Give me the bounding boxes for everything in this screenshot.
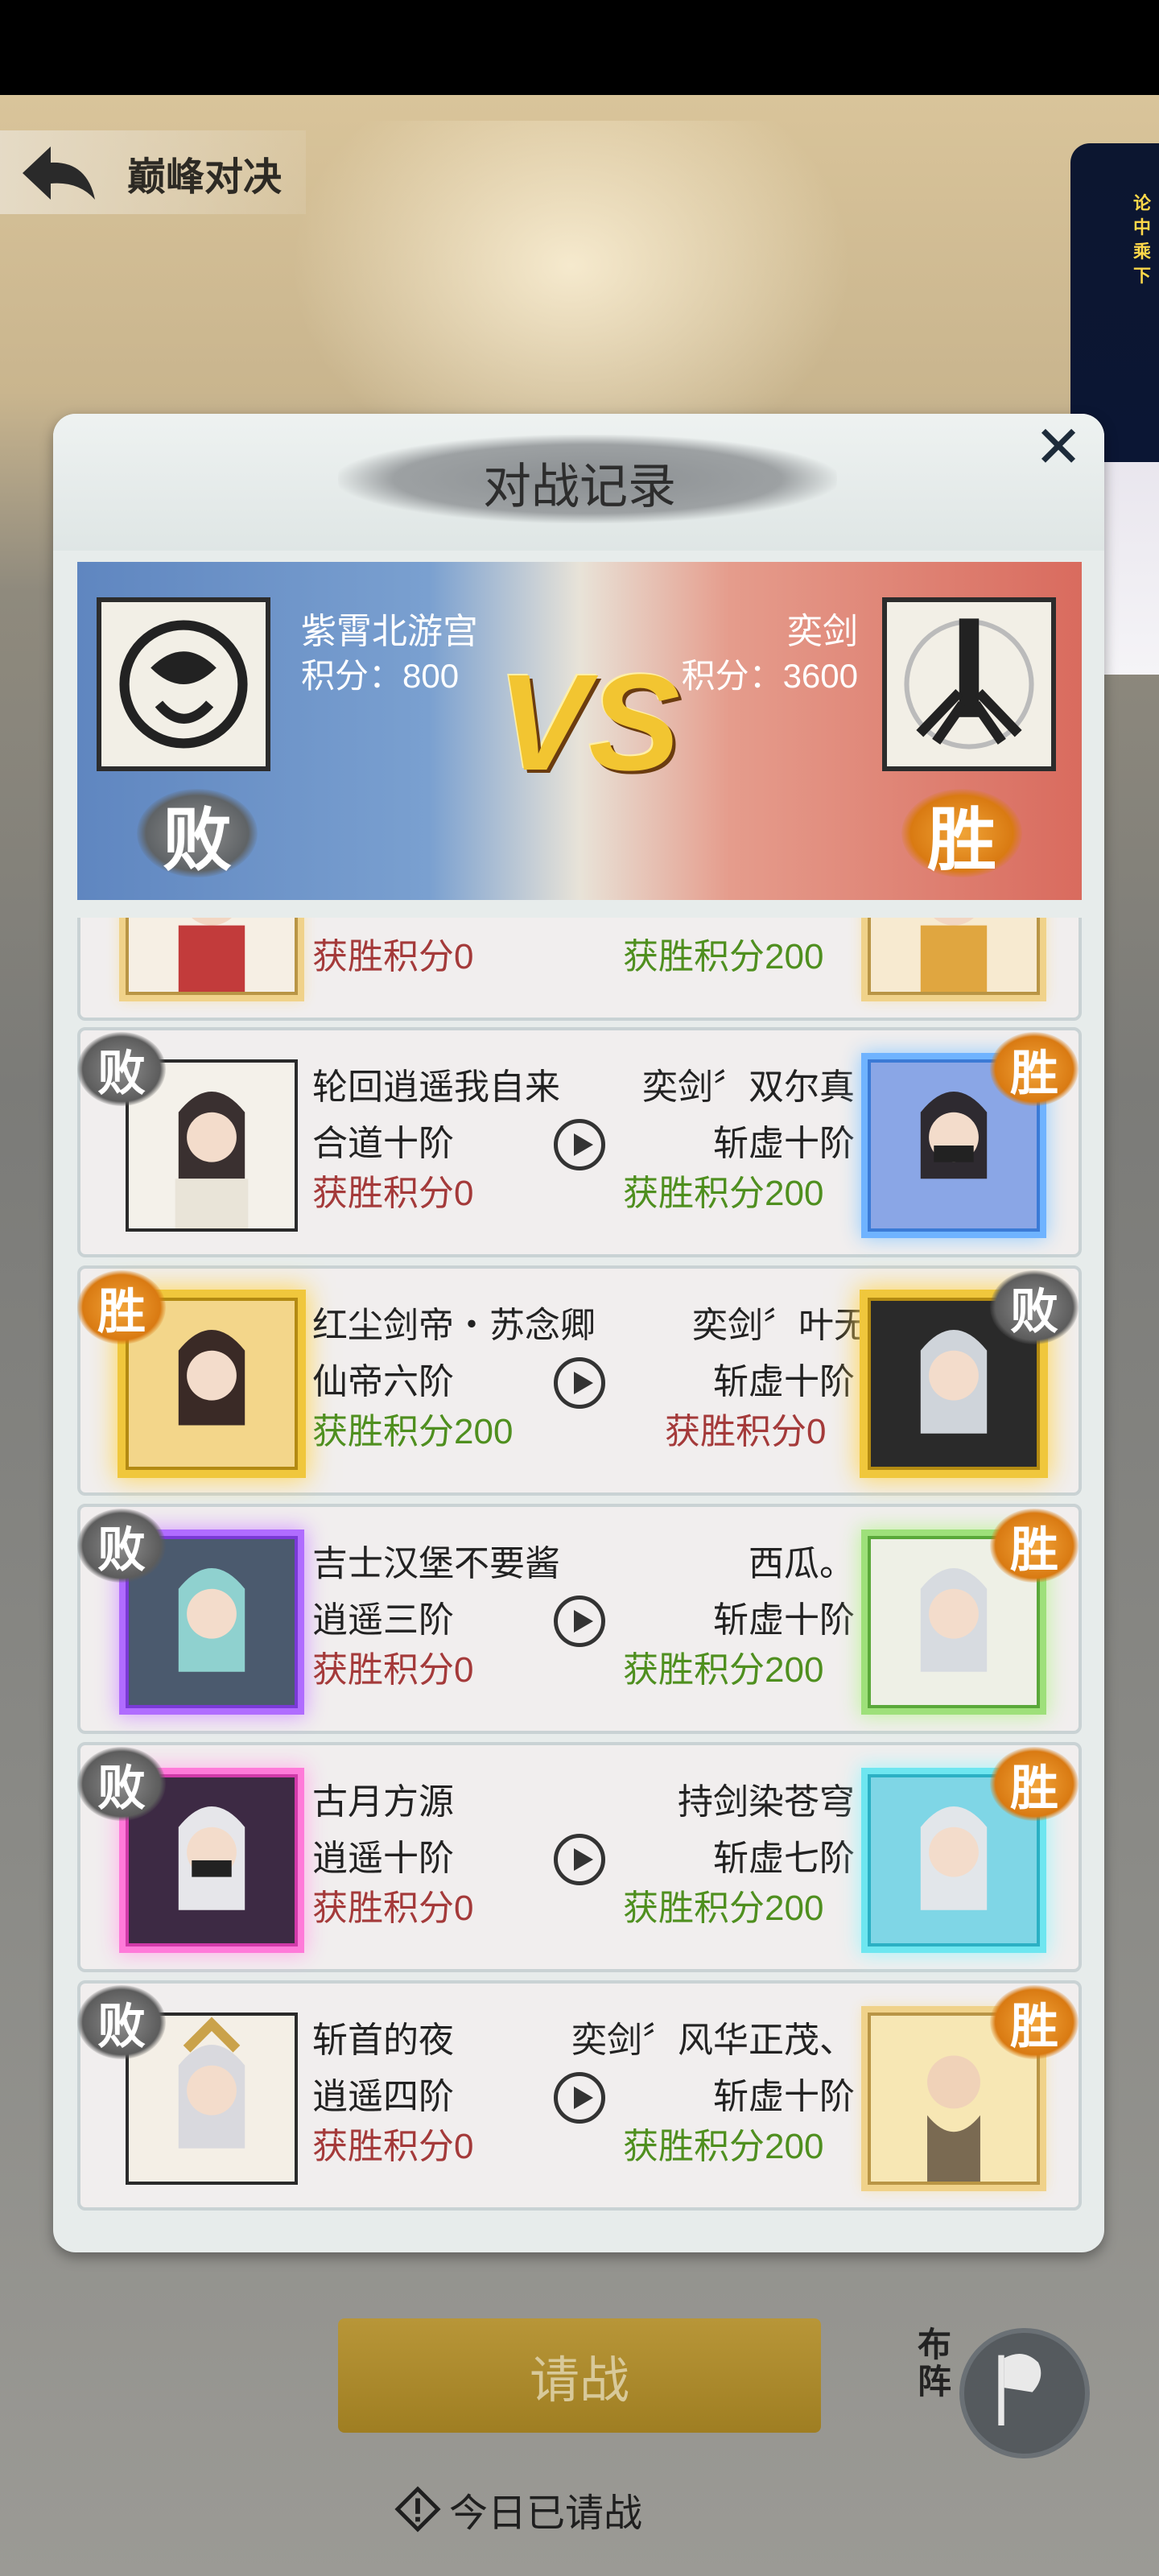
left-player-points: 获胜积分0 xyxy=(312,1174,474,1213)
record-row[interactable]: 胜 红尘剑帝・苏念卿 仙帝六阶 获胜积分200 奕剑〞叶无尤 斩虚十阶 获胜积分… xyxy=(77,1265,1082,1496)
right-player-rank: 斩虚七阶 xyxy=(713,1839,855,1878)
left-team-score: 积分：800 xyxy=(301,657,460,695)
replay-play-icon[interactable] xyxy=(554,2072,605,2124)
close-icon[interactable]: ✕ xyxy=(1022,411,1095,483)
left-player-name: 吉士汉堡不要酱 xyxy=(312,1544,560,1583)
right-player-rank: 斩虚十阶 xyxy=(713,1124,855,1163)
record-row[interactable]: 败 轮回逍遥我自来 合道十阶 获胜积分0 奕剑〞双尔真 斩虚十阶 获胜积分200… xyxy=(77,1027,1082,1257)
record-row[interactable]: 败 吉士汉堡不要酱 逍遥三阶 获胜积分0 西瓜。 斩虚十阶 获胜积分200 胜 xyxy=(77,1504,1082,1734)
right-team-score: 积分：3600 xyxy=(681,657,858,695)
record-row[interactable]: 获胜积分0 获胜积分200 xyxy=(77,918,1082,1021)
warning-icon xyxy=(394,2486,441,2533)
right-player-avatar[interactable] xyxy=(868,918,1040,995)
right-player-rank: 斩虚十阶 xyxy=(713,1600,855,1640)
left-player-rank: 仙帝六阶 xyxy=(312,1362,454,1402)
right-player-name: 持剑染苍穹 xyxy=(678,1782,855,1822)
right-player-points: 获胜积分200 xyxy=(623,2127,824,2166)
replay-play-icon[interactable] xyxy=(554,1357,605,1409)
left-player-points: 获胜积分0 xyxy=(312,1889,474,1928)
left-player-rank: 逍遥十阶 xyxy=(312,1839,454,1878)
right-player-name: 奕剑〞风华正茂、 xyxy=(571,2021,855,2060)
loss-badge: 败 xyxy=(77,1985,166,2059)
right-team-result-badge: 胜 xyxy=(901,789,1022,879)
right-player-name: 西瓜。 xyxy=(749,1544,855,1583)
loss-badge: 败 xyxy=(77,1509,166,1583)
flag-icon xyxy=(959,2328,1090,2458)
status-bar xyxy=(0,0,1159,95)
left-player-name: 斩首的夜 xyxy=(312,2021,454,2060)
left-player-name: 红尘剑帝・苏念卿 xyxy=(312,1306,596,1345)
right-player-rank: 斩虚十阶 xyxy=(713,2077,855,2116)
today-status: 今日已请战 xyxy=(394,2481,642,2537)
record-row[interactable]: 败 古月方源 逍遥十阶 获胜积分0 持剑染苍穹 斩虚七阶 获胜积分200 胜 xyxy=(77,1742,1082,1972)
win-badge: 胜 xyxy=(990,1747,1079,1821)
right-team-name: 奕剑 xyxy=(787,612,858,651)
left-player-points: 获胜积分200 xyxy=(312,1412,514,1451)
right-player-points: 获胜积分200 xyxy=(623,1889,824,1928)
win-badge: 胜 xyxy=(990,1509,1079,1583)
page-title: 巅峰对决 xyxy=(127,156,283,199)
left-player-points: 获胜积分0 xyxy=(312,1650,474,1690)
right-player-name: 奕剑〞叶无尤 xyxy=(692,1306,905,1345)
replay-play-icon[interactable] xyxy=(554,1119,605,1170)
win-badge: 胜 xyxy=(990,1985,1079,2059)
replay-play-icon[interactable] xyxy=(554,1596,605,1647)
win-badge: 胜 xyxy=(77,1270,166,1344)
left-player-rank: 逍遥四阶 xyxy=(312,2077,454,2116)
right-player-points: 获胜积分200 xyxy=(623,1650,824,1690)
today-status-text: 今日已请战 xyxy=(449,2492,643,2535)
left-team-result-badge: 败 xyxy=(137,789,258,879)
right-player-points: 获胜积分0 xyxy=(665,1412,827,1451)
replay-play-icon[interactable] xyxy=(554,1834,605,1885)
dialog-title: 对战记录 xyxy=(483,460,676,514)
left-team-emblem xyxy=(97,597,270,771)
left-player-points: 获胜积分0 xyxy=(312,2127,474,2166)
loss-badge: 败 xyxy=(990,1270,1079,1344)
challenge-button[interactable]: 请战 xyxy=(338,2318,821,2433)
loss-badge: 败 xyxy=(77,1032,166,1106)
left-player-points: 获胜积分0 xyxy=(312,937,474,976)
battle-record-list[interactable]: 获胜积分0 获胜积分200 败 轮回逍遥我自来 合道十阶 获胜积分0 奕剑〞双尔… xyxy=(77,918,1082,2222)
back-arrow-icon[interactable] xyxy=(14,137,103,209)
right-player-rank: 斩虚十阶 xyxy=(713,1362,855,1402)
left-team-name: 紫霄北游宫 xyxy=(301,612,478,651)
loss-badge: 败 xyxy=(77,1747,166,1821)
deploy-formation-button[interactable]: 布阵 xyxy=(918,2318,1095,2479)
left-player-rank: 合道十阶 xyxy=(312,1124,454,1163)
left-player-avatar[interactable] xyxy=(126,918,298,995)
deploy-formation-label: 布阵 xyxy=(918,2326,952,2401)
left-player-name: 轮回逍遥我自来 xyxy=(312,1067,560,1107)
right-player-name: 奕剑〞双尔真 xyxy=(642,1067,855,1107)
record-row[interactable]: 败 斩首的夜 逍遥四阶 获胜积分0 奕剑〞风华正茂、 斩虚十阶 获胜积分200 … xyxy=(77,1980,1082,2211)
right-player-points: 获胜积分200 xyxy=(623,937,824,976)
left-player-rank: 逍遥三阶 xyxy=(312,1600,454,1640)
right-team-emblem xyxy=(882,597,1056,771)
right-player-points: 获胜积分200 xyxy=(623,1174,824,1213)
left-player-name: 古月方源 xyxy=(312,1782,454,1822)
side-ad-text: 论中乘下 xyxy=(1133,193,1152,286)
vs-emblem: VS xyxy=(497,646,680,799)
win-badge: 胜 xyxy=(990,1032,1079,1106)
